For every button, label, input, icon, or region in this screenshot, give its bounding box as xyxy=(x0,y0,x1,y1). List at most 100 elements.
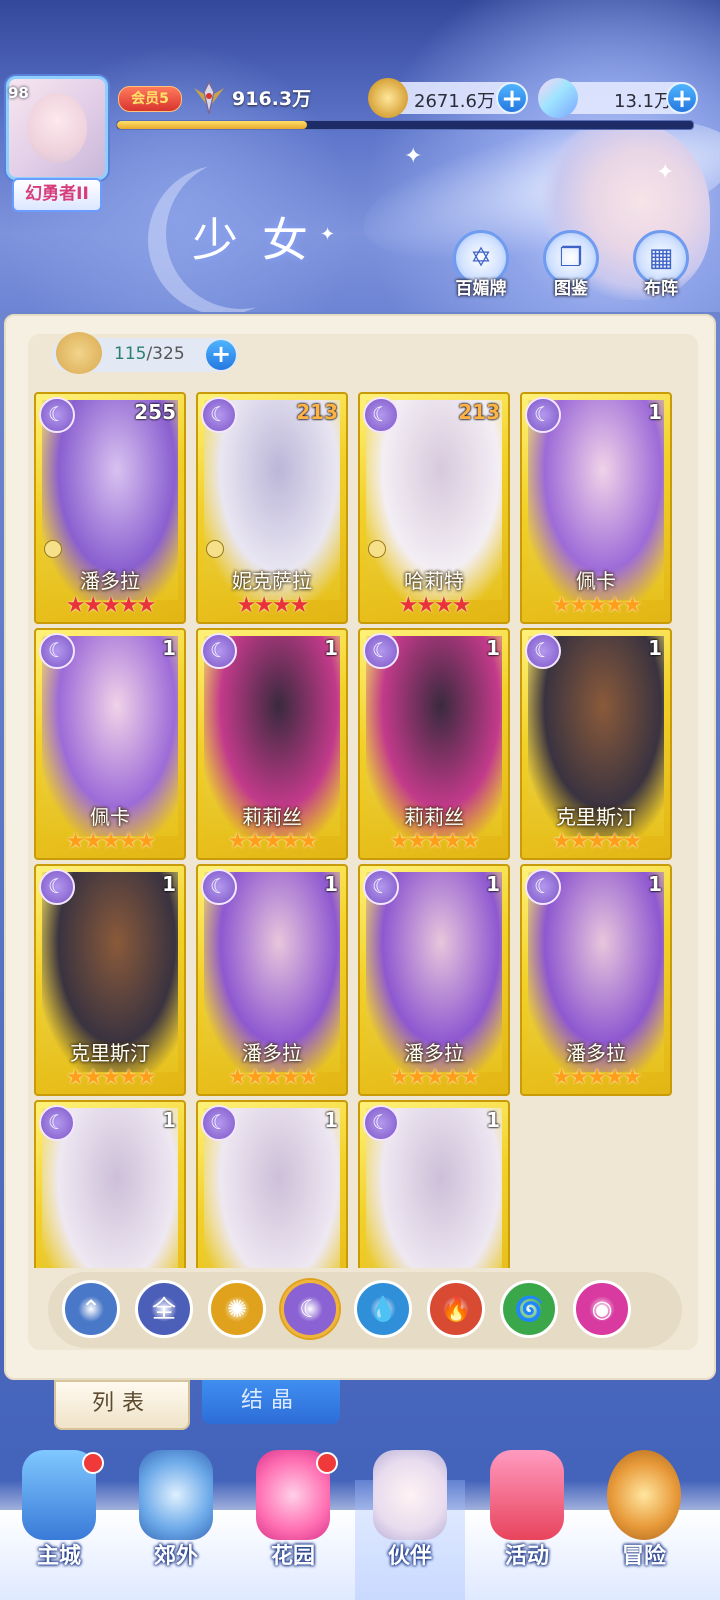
experience-bar-fill xyxy=(117,121,308,129)
card-name: 佩卡 xyxy=(576,569,616,593)
moon-element-icon: ☾ xyxy=(525,397,561,433)
moon-element-icon: ☾ xyxy=(525,633,561,669)
element-filter-bar: ⌃ 全 ✺ ☾ 💧 🔥 🌀 ◉ xyxy=(48,1272,682,1348)
combat-power-value: 916.3万 xyxy=(232,88,312,110)
crystal-amount: 13.1万 xyxy=(614,91,673,112)
card-stars: ★★★★★ xyxy=(65,829,157,854)
card-stars: ★★★★ xyxy=(398,593,472,618)
crystal-gem-icon xyxy=(538,78,578,118)
all-filter-filter-button[interactable]: 全 xyxy=(135,1280,193,1338)
card-stars: ★★★★★ xyxy=(551,829,643,854)
partner-card[interactable]: ☾ 1 xyxy=(358,1100,510,1268)
water-element-filter-button[interactable]: 💧 xyxy=(354,1280,412,1338)
card-stars: ★★★★★ xyxy=(551,1065,643,1090)
card-name: 潘多拉 xyxy=(566,1041,626,1065)
card-stars: ★★★★★ xyxy=(227,1065,319,1090)
sun-element-filter-button[interactable]: ✺ xyxy=(208,1280,266,1338)
water-element-icon: 💧 xyxy=(368,1295,398,1323)
moon-element-icon: ☾ xyxy=(39,397,75,433)
tornado-element-filter-button[interactable]: 🌀 xyxy=(500,1280,558,1338)
nav-label: 活动 xyxy=(504,1544,549,1569)
card-deck-button[interactable]: ✡ 百媚牌 xyxy=(446,230,516,299)
rank-title-badge[interactable]: 幻勇者II xyxy=(12,178,102,212)
partner-card[interactable]: ☾ 1 莉莉丝 ★★★★★ xyxy=(358,628,510,860)
partner-card[interactable]: ☾ 1 佩卡 ★★★★★ xyxy=(34,628,186,860)
partner-card[interactable]: ☾ 255 潘多拉 ★★★★★ xyxy=(34,392,186,624)
moon-element-filter-button[interactable]: ☾ xyxy=(281,1280,339,1338)
nav-label: 花园 xyxy=(270,1544,315,1569)
nav-heart[interactable]: 花园 xyxy=(238,1450,348,1600)
formation-button[interactable]: ▦ 布阵 xyxy=(626,230,696,299)
tab-list[interactable]: 列表 xyxy=(54,1380,190,1430)
power-wings-icon xyxy=(194,80,224,115)
partner-card[interactable]: ☾ 1 克里斯汀 ★★★★★ xyxy=(520,628,672,860)
vip-badge[interactable]: 会员5 xyxy=(118,86,182,112)
moon-element-icon: ☾ xyxy=(201,633,237,669)
partner-card[interactable]: ☾ 1 xyxy=(196,1100,348,1268)
expand-capacity-button[interactable]: + xyxy=(206,340,236,370)
partner-card[interactable]: ☾ 1 潘多拉 ★★★★★ xyxy=(358,864,510,1096)
moon-element-icon: ☾ xyxy=(201,869,237,905)
bottom-navigation: 主城 郊外 花园 伙伴 活动 冒险 xyxy=(0,1450,720,1600)
nav-compass[interactable]: 冒险 xyxy=(589,1450,699,1600)
add-gold-button[interactable]: + xyxy=(496,82,528,114)
add-crystal-button[interactable]: + xyxy=(666,82,698,114)
encyclopedia-label: 图鉴 xyxy=(554,279,588,299)
card-name: 克里斯汀 xyxy=(556,805,636,829)
wind-element-icon: ⌃ xyxy=(80,1295,102,1323)
fire-element-icon: 🔥 xyxy=(441,1295,471,1323)
moon-element-icon: ☾ xyxy=(363,633,399,669)
moon-element-icon: ☾ xyxy=(363,869,399,905)
card-name: 妮克萨拉 xyxy=(232,569,312,593)
backpack-icon xyxy=(56,332,102,374)
partner-card[interactable]: ☾ 1 潘多拉 ★★★★★ xyxy=(520,864,672,1096)
moon-element-icon: ☾ xyxy=(201,397,237,433)
partner-card[interactable]: ☾ 213 哈莉特 ★★★★ xyxy=(358,392,510,624)
card-name: 潘多拉 xyxy=(242,1041,302,1065)
encyclopedia-button[interactable]: ❐ 图鉴 xyxy=(536,230,606,299)
player-level: 98 xyxy=(8,84,29,102)
nav-portal[interactable]: 郊外 xyxy=(121,1450,231,1600)
partner-card[interactable]: ☾ 1 潘多拉 ★★★★★ xyxy=(196,864,348,1096)
nav-castle[interactable]: 主城 xyxy=(4,1450,114,1600)
card-name: 哈莉特 xyxy=(404,569,464,593)
card-count: 213 xyxy=(458,400,500,424)
card-name: 莉莉丝 xyxy=(404,805,464,829)
card-count: 1 xyxy=(486,1108,500,1132)
card-stars: ★★★★★ xyxy=(389,1065,481,1090)
nav-partner[interactable]: 伙伴 xyxy=(355,1450,465,1600)
moon-element-icon: ☾ xyxy=(39,633,75,669)
partner-card[interactable]: ☾ 1 佩卡 ★★★★★ xyxy=(520,392,672,624)
partner-card[interactable]: ☾ 1 莉莉丝 ★★★★★ xyxy=(196,628,348,860)
card-name: 莉莉丝 xyxy=(242,805,302,829)
crystal-resource: 13.1万 + xyxy=(538,78,698,118)
header-banner: ✦ ✦ ✦ xyxy=(0,0,720,312)
orb-element-filter-button[interactable]: ◉ xyxy=(573,1280,631,1338)
nav-gift[interactable]: 活动 xyxy=(472,1450,582,1600)
sparkle-icon: ✦ xyxy=(404,144,423,169)
moon-element-icon: ☾ xyxy=(39,869,75,905)
card-count: 1 xyxy=(162,872,176,896)
card-count: 1 xyxy=(324,636,338,660)
card-count: 1 xyxy=(486,636,500,660)
tab-crystal[interactable]: 结晶 xyxy=(202,1380,340,1424)
moon-element-icon: ☾ xyxy=(363,397,399,433)
moon-element-icon: ☾ xyxy=(363,1105,399,1141)
partner-card[interactable]: ☾ 1 克里斯汀 ★★★★★ xyxy=(34,864,186,1096)
partner-card[interactable]: ☾ 213 妮克萨拉 ★★★★ xyxy=(196,392,348,624)
capacity-count: 115/325 xyxy=(114,344,185,364)
capacity-max: /325 xyxy=(146,344,185,364)
capacity-bar: 115/325 + xyxy=(52,332,238,374)
fire-element-filter-button[interactable]: 🔥 xyxy=(427,1280,485,1338)
wind-element-filter-button[interactable]: ⌃ xyxy=(62,1280,120,1338)
card-stars: ★★★★★ xyxy=(551,593,643,618)
card-stars: ★★★★ xyxy=(236,593,310,618)
lock-icon xyxy=(44,540,62,558)
nav-label: 冒险 xyxy=(621,1544,666,1569)
moon-element-icon: ☾ xyxy=(299,1295,321,1323)
card-name: 潘多拉 xyxy=(80,569,140,593)
partner-card[interactable]: ☾ 1 xyxy=(34,1100,186,1268)
partner-icon xyxy=(373,1450,447,1540)
portal-icon xyxy=(139,1450,213,1540)
card-stars: ★★★★★ xyxy=(227,829,319,854)
